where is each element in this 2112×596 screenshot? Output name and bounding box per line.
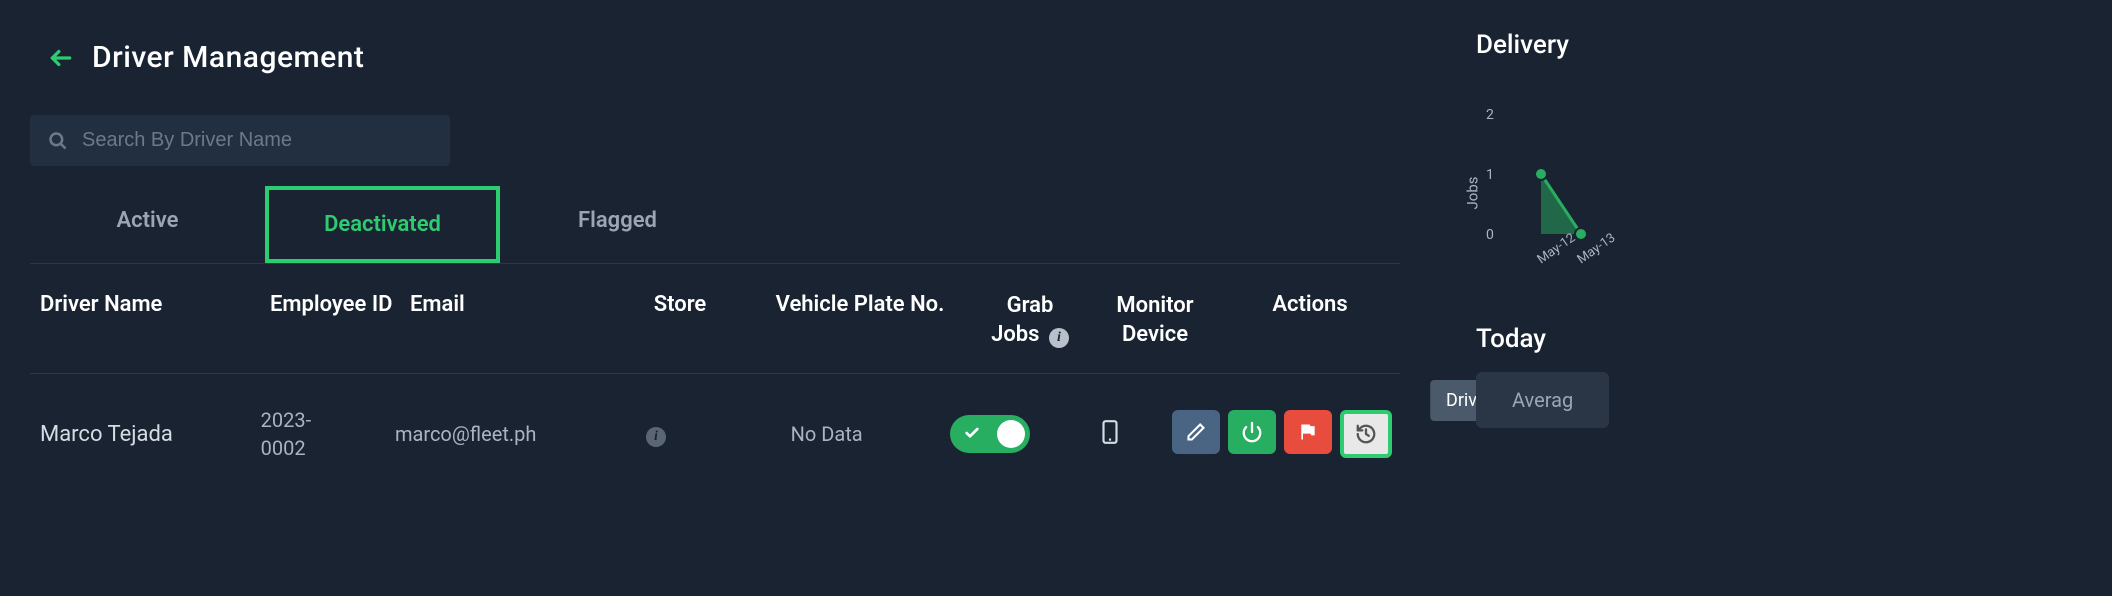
monitor-line1: Monitor: [1116, 292, 1193, 321]
today-title: Today: [1476, 324, 2112, 354]
search-icon: [48, 131, 68, 151]
search-input[interactable]: [82, 129, 432, 152]
col-plate: Vehicle Plate No.: [750, 292, 970, 317]
cell-grab: [932, 415, 1047, 453]
cell-store: i: [587, 421, 721, 447]
cell-monitor: [1047, 419, 1172, 450]
tab-flagged[interactable]: Flagged: [500, 186, 735, 263]
cell-plate: No Data: [721, 422, 932, 446]
cell-employee-id: 2023- 0002: [261, 406, 395, 462]
history-button[interactable]: [1340, 410, 1392, 458]
chart-svg: 2 1 0 May-12 May-13: [1486, 84, 1616, 284]
col-actions: Actions: [1220, 292, 1400, 317]
back-arrow-icon[interactable]: [48, 45, 74, 71]
phone-icon[interactable]: [1097, 419, 1123, 450]
col-email: Email: [410, 292, 610, 317]
table-header: Driver Name Employee ID Email Store Vehi…: [30, 264, 1400, 374]
col-driver-name: Driver Name: [30, 292, 270, 317]
tab-active[interactable]: Active: [30, 186, 265, 263]
side-widget: Delivery Jobs 2 1 0 May-12 May-13 Today …: [1470, 0, 2112, 596]
page-title: Driver Management: [92, 40, 364, 75]
delivery-title: Delivery: [1476, 30, 2112, 60]
grab-jobs-toggle[interactable]: [950, 415, 1030, 453]
y-axis-label: Jobs: [1464, 177, 1482, 210]
power-button[interactable]: [1228, 410, 1276, 454]
grab-line2: Jobs: [991, 322, 1039, 347]
store-info-icon[interactable]: i: [646, 427, 666, 447]
check-icon: [964, 422, 980, 446]
delivery-chart: Jobs 2 1 0 May-12 May-13: [1476, 84, 2112, 284]
table-row: Marco Tejada 2023- 0002 marco@fleet.ph i…: [30, 374, 1400, 494]
grab-line1: Grab: [1007, 292, 1054, 321]
cell-email: marco@fleet.ph: [395, 422, 587, 446]
col-grab-jobs: Grab Jobs i: [970, 292, 1090, 349]
tab-deactivated[interactable]: Deactivated: [265, 186, 500, 263]
info-icon[interactable]: i: [1049, 328, 1069, 348]
stat-average: Averag: [1476, 372, 1609, 428]
tabs: Active Deactivated Flagged: [30, 186, 1400, 264]
svg-text:2: 2: [1486, 107, 1494, 123]
svg-text:May-12: May-12: [1535, 231, 1579, 268]
col-store: Store: [610, 292, 750, 317]
toggle-knob: [997, 420, 1025, 448]
flag-button[interactable]: [1284, 410, 1332, 454]
emp-line2: 0002: [261, 434, 395, 462]
cell-driver-name: Marco Tejada: [30, 422, 261, 447]
svg-text:0: 0: [1486, 227, 1494, 243]
emp-line1: 2023-: [261, 406, 395, 434]
edit-button[interactable]: [1172, 410, 1220, 454]
cell-actions: [1172, 410, 1400, 458]
svg-text:1: 1: [1486, 167, 1494, 183]
search-container: [30, 115, 450, 166]
col-employee-id: Employee ID: [270, 292, 410, 317]
col-monitor-device: Monitor Device: [1090, 292, 1220, 349]
monitor-line2: Device: [1122, 321, 1188, 350]
